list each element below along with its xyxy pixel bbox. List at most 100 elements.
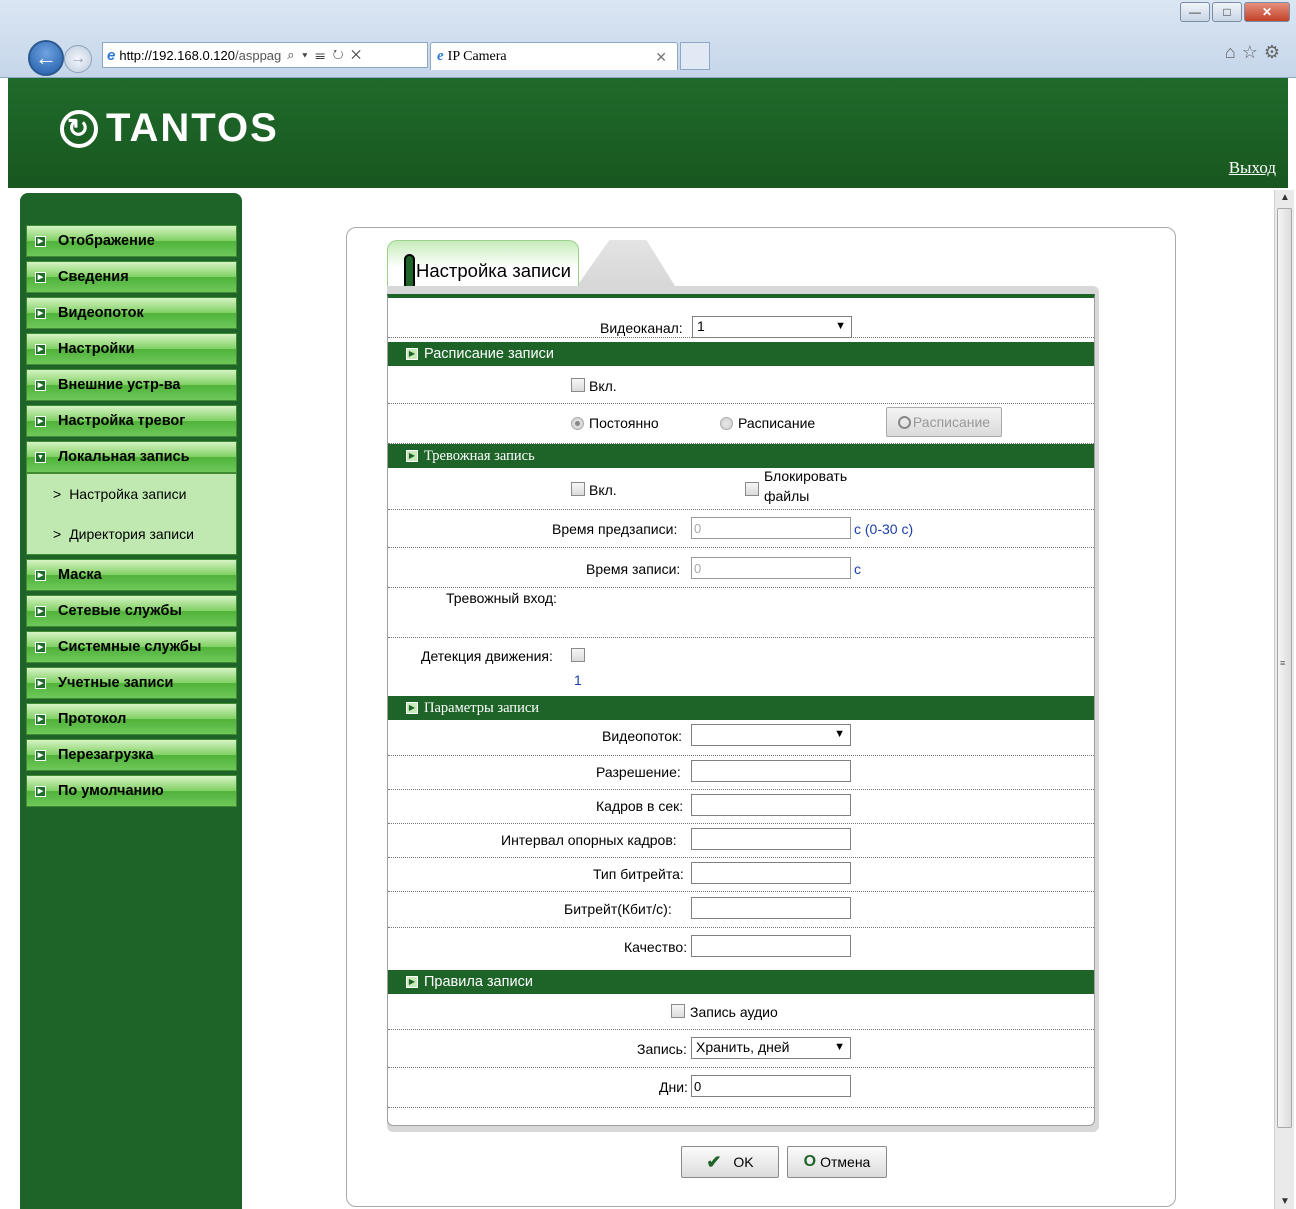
bitrate-type-label: Тип битрейта: (593, 866, 684, 882)
schedule-enable-checkbox[interactable] (571, 378, 585, 392)
resolution-label: Разрешение: (596, 764, 681, 780)
cancel-button-label: Отмена (820, 1154, 871, 1170)
days-input[interactable] (691, 1075, 851, 1097)
menu-expanded-icon: ▼ (35, 451, 46, 463)
tab-close-icon[interactable]: ✕ (655, 49, 667, 66)
fps-field[interactable] (691, 794, 851, 816)
menu-bullet-icon: ▶ (35, 307, 46, 319)
gear-icon[interactable]: ⚙ (1264, 42, 1286, 62)
quality-label: Качество: (624, 939, 688, 955)
tantos-logo: ↻ TANTOS (60, 106, 279, 151)
address-tools-icons[interactable]: ⌕ ▾ ☰ ↻ ✕ (287, 47, 363, 63)
record-time-unit: с (854, 561, 861, 577)
sidebar-item-info[interactable]: ▶ Сведения (26, 261, 237, 293)
tab-pill-icon (404, 254, 415, 290)
logout-link[interactable]: Выход (1229, 158, 1276, 178)
maximize-icon[interactable]: □ (1212, 2, 1242, 22)
section-bullet-icon: ▶ (406, 976, 418, 988)
sidebar-item-label: Протокол (58, 711, 127, 727)
scrollbar-thumb[interactable] (1277, 208, 1292, 1128)
sidebar-item-protocol[interactable]: ▶ Протокол (26, 703, 237, 735)
resolution-field[interactable] (691, 760, 851, 782)
section-bullet-icon: ▶ (406, 348, 418, 360)
ok-button[interactable]: ✔ OK (681, 1146, 779, 1178)
bitrate-type-field[interactable] (691, 862, 851, 884)
menu-bullet-icon: ▶ (35, 235, 46, 247)
record-mode-select[interactable]: Хранить, дней ▼ (691, 1037, 851, 1059)
section-alarm-recording: ▶ Тревожная запись (388, 444, 1094, 468)
schedule-button[interactable]: Расписание (886, 407, 1002, 437)
sidebar-item-defaults[interactable]: ▶ По умолчанию (26, 775, 237, 807)
address-bar[interactable]: e http://192.168.0.120/asppag ⌕ ▾ ☰ ↻ ✕ (102, 42, 428, 68)
sidebar-item-mask[interactable]: ▶ Маска (26, 559, 237, 591)
browser-tab[interactable]: e IP Camera ✕ (430, 42, 678, 70)
quality-field[interactable] (691, 935, 851, 957)
tab-title: IP Camera (447, 48, 507, 64)
section-params-title: Параметры записи (424, 699, 540, 716)
cancel-button[interactable]: O Отмена (787, 1146, 887, 1178)
menu-bullet-icon: ▶ (35, 677, 46, 689)
stream-select[interactable]: ▼ (691, 724, 851, 746)
sidebar-item-alarm-settings[interactable]: ▶ Настройка тревог (26, 405, 237, 437)
record-time-input[interactable] (691, 557, 851, 579)
chevron-right-icon: > (53, 486, 62, 502)
sidebar-item-system-services[interactable]: ▶ Системные службы (26, 631, 237, 663)
sidebar-item-local-recording[interactable]: ▼ Локальная запись (26, 441, 237, 473)
channel-select[interactable]: 1 ▼ (692, 316, 852, 338)
sidebar-item-label: Учетные записи (58, 675, 174, 691)
sidebar-item-network-services[interactable]: ▶ Сетевые службы (26, 595, 237, 627)
sidebar-item-videostream[interactable]: ▶ Видеопоток (26, 297, 237, 329)
sidebar-item-external-devices[interactable]: ▶ Внешние устр-ва (26, 369, 237, 401)
sidebar-item-label: Отображение (58, 233, 155, 249)
sidebar-subitem-record-settings[interactable]: > Настройка записи (27, 474, 236, 514)
gop-label: Интервал опорных кадров: (501, 832, 677, 848)
sidebar-item-reboot[interactable]: ▶ Перезагрузка (26, 739, 237, 771)
alarm-input-label: Тревожный вход: (446, 590, 557, 606)
schedule-radio[interactable] (720, 417, 733, 430)
sidebar-item-accounts[interactable]: ▶ Учетные записи (26, 667, 237, 699)
sidebar-item-label: Настройки (58, 341, 135, 357)
home-icon[interactable]: ⌂ (1225, 42, 1242, 62)
alarm-enable-checkbox[interactable] (571, 482, 585, 496)
sidebar-item-settings[interactable]: ▶ Настройки (26, 333, 237, 365)
sidebar-menu: ▶ Отображение ▶ Сведения ▶ Видеопоток ▶ Наст… (26, 225, 237, 811)
minimize-icon[interactable]: — (1180, 2, 1210, 22)
bitrate-field[interactable] (691, 897, 851, 919)
motion-detection-checkbox[interactable] (571, 648, 585, 662)
prerecord-input[interactable] (691, 517, 851, 539)
sidebar-item-display[interactable]: ▶ Отображение (26, 225, 237, 257)
dropdown-arrow-icon: ▼ (835, 320, 846, 332)
scroll-up-icon[interactable]: ▲ (1280, 192, 1290, 203)
record-settings-form: Видеоканал: 1 ▼ ▶ Расписание записи Вкл.… (387, 294, 1095, 1126)
stream-label: Видеопоток: (602, 728, 683, 744)
cancel-circle-icon: O (803, 1153, 817, 1170)
fps-label: Кадров в сек: (596, 798, 684, 814)
sidebar-item-label: Системные службы (58, 639, 202, 655)
close-window-icon[interactable]: ✕ (1244, 2, 1290, 22)
lock-files-checkbox[interactable] (745, 482, 759, 496)
section-bullet-icon: ▶ (406, 702, 418, 714)
form-row (388, 468, 1094, 510)
back-arrow-icon[interactable]: ← (28, 40, 64, 76)
audio-record-checkbox[interactable] (671, 1004, 685, 1018)
always-radio[interactable] (571, 417, 584, 430)
page-scrollbar[interactable]: ▲ ≡ ▼ (1274, 190, 1294, 1209)
chevron-right-icon: > (53, 526, 62, 542)
menu-bullet-icon: ▶ (35, 713, 46, 725)
audio-record-label: Запись аудио (690, 1004, 778, 1020)
sidebar-item-label: По умолчанию (58, 783, 164, 799)
motion-detection-label: Детекция движения: (421, 648, 553, 664)
record-mode-label: Запись: (637, 1041, 687, 1057)
sidebar-subitem-record-directory[interactable]: > Директория записи (27, 514, 236, 554)
sidebar-item-label: Сетевые службы (58, 603, 182, 619)
section-schedule-title: Расписание записи (424, 346, 554, 362)
favorites-star-icon[interactable]: ☆ (1242, 42, 1264, 62)
forward-arrow-icon[interactable]: → (64, 45, 92, 73)
new-tab-button[interactable] (680, 42, 710, 70)
prerecord-label: Время предзаписи: (552, 521, 678, 537)
menu-bullet-icon: ▶ (35, 785, 46, 797)
scroll-down-icon[interactable]: ▼ (1280, 1196, 1290, 1207)
gop-field[interactable] (691, 828, 851, 850)
clock-icon (897, 415, 911, 429)
always-label: Постоянно (589, 415, 659, 431)
